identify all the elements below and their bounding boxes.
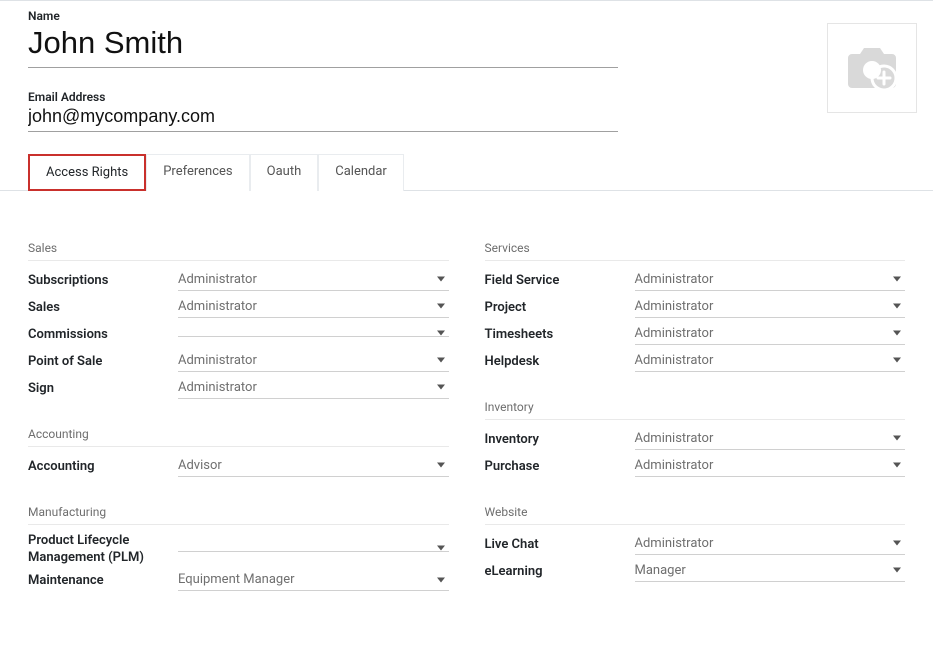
perm-label-sign: Sign [28, 378, 178, 398]
chevron-down-icon [437, 358, 445, 363]
perm-value-maintenance: Equipment Manager [178, 572, 295, 587]
perm-value-live-chat: Administrator [635, 536, 714, 551]
perm-value-accounting: Advisor [178, 458, 222, 473]
perm-select-project[interactable]: Administrator [635, 296, 906, 318]
section-title-accounting: Accounting [28, 427, 449, 447]
perm-value-sign: Administrator [178, 380, 257, 395]
perm-label-maintenance: Maintenance [28, 570, 178, 590]
perm-row-elearning: eLearningManager [485, 557, 906, 584]
section-title-services: Services [485, 241, 906, 261]
perm-label-purchase: Purchase [485, 456, 635, 476]
perm-value-project: Administrator [635, 299, 714, 314]
perm-select-helpdesk[interactable]: Administrator [635, 350, 906, 372]
perm-select-elearning[interactable]: Manager [635, 560, 906, 582]
perm-row-subscriptions: SubscriptionsAdministrator [28, 266, 449, 293]
perm-row-project: ProjectAdministrator [485, 293, 906, 320]
perm-row-helpdesk: HelpdeskAdministrator [485, 347, 906, 374]
perm-row-maintenance: MaintenanceEquipment Manager [28, 567, 449, 594]
perm-row-inventory: InventoryAdministrator [485, 425, 906, 452]
perm-select-subscriptions[interactable]: Administrator [178, 269, 449, 291]
chevron-down-icon [437, 577, 445, 582]
perm-value-timesheets: Administrator [635, 326, 714, 341]
name-label: Name [28, 9, 618, 23]
camera-plus-icon [844, 42, 900, 94]
perm-value-subscriptions: Administrator [178, 272, 257, 287]
perm-value-elearning: Manager [635, 563, 686, 578]
perm-label-timesheets: Timesheets [485, 324, 635, 344]
section-title-website: Website [485, 505, 906, 525]
perm-label-elearning: eLearning [485, 561, 635, 581]
tabs: Access Rights Preferences Oauth Calendar [0, 154, 933, 191]
perm-value-point-of-sale: Administrator [178, 353, 257, 368]
chevron-down-icon [437, 331, 445, 336]
tab-calendar[interactable]: Calendar [318, 154, 404, 191]
chevron-down-icon [437, 277, 445, 282]
perm-select-live-chat[interactable]: Administrator [635, 533, 906, 555]
tab-preferences[interactable]: Preferences [146, 154, 249, 191]
chevron-down-icon [893, 541, 901, 546]
perm-value-helpdesk: Administrator [635, 353, 714, 368]
email-input[interactable] [28, 104, 618, 132]
perm-select-product-lifecycle-management-plm[interactable] [178, 545, 449, 552]
perm-select-timesheets[interactable]: Administrator [635, 323, 906, 345]
email-label: Email Address [28, 90, 618, 104]
perm-row-timesheets: TimesheetsAdministrator [485, 320, 906, 347]
perm-label-point-of-sale: Point of Sale [28, 351, 178, 371]
perm-row-sign: SignAdministrator [28, 374, 449, 401]
perm-label-helpdesk: Helpdesk [485, 351, 635, 371]
perm-select-sales[interactable]: Administrator [178, 296, 449, 318]
perm-select-accounting[interactable]: Advisor [178, 455, 449, 477]
perm-label-accounting: Accounting [28, 456, 178, 476]
chevron-down-icon [893, 358, 901, 363]
perm-select-inventory[interactable]: Administrator [635, 428, 906, 450]
chevron-down-icon [893, 331, 901, 336]
perm-select-maintenance[interactable]: Equipment Manager [178, 569, 449, 591]
perm-select-field-service[interactable]: Administrator [635, 269, 906, 291]
chevron-down-icon [893, 463, 901, 468]
chevron-down-icon [893, 277, 901, 282]
tab-access-rights[interactable]: Access Rights [28, 154, 146, 191]
section-title-sales: Sales [28, 241, 449, 261]
perm-label-inventory: Inventory [485, 429, 635, 449]
chevron-down-icon [437, 385, 445, 390]
perm-row-point-of-sale: Point of SaleAdministrator [28, 347, 449, 374]
chevron-down-icon [437, 545, 445, 550]
chevron-down-icon [437, 463, 445, 468]
perm-label-field-service: Field Service [485, 270, 635, 290]
avatar-upload[interactable] [827, 23, 917, 113]
tab-oauth[interactable]: Oauth [250, 154, 319, 191]
perm-label-sales: Sales [28, 297, 178, 317]
perm-label-live-chat: Live Chat [485, 534, 635, 554]
perm-label-commissions: Commissions [28, 324, 178, 344]
chevron-down-icon [893, 568, 901, 573]
perm-select-commissions[interactable] [178, 330, 449, 337]
chevron-down-icon [893, 304, 901, 309]
perm-label-product-lifecycle-management-plm: Product Lifecycle Management (PLM) [28, 530, 178, 567]
perm-value-sales: Administrator [178, 299, 257, 314]
perm-row-live-chat: Live ChatAdministrator [485, 530, 906, 557]
perm-row-accounting: AccountingAdvisor [28, 452, 449, 479]
perm-value-field-service: Administrator [635, 272, 714, 287]
perm-value-inventory: Administrator [635, 431, 714, 446]
perm-label-subscriptions: Subscriptions [28, 270, 178, 290]
perm-row-commissions: Commissions [28, 320, 449, 347]
section-title-inventory: Inventory [485, 400, 906, 420]
perm-row-purchase: PurchaseAdministrator [485, 452, 906, 479]
perm-row-product-lifecycle-management-plm: Product Lifecycle Management (PLM) [28, 530, 449, 567]
perm-select-point-of-sale[interactable]: Administrator [178, 350, 449, 372]
perm-row-sales: SalesAdministrator [28, 293, 449, 320]
perm-select-purchase[interactable]: Administrator [635, 455, 906, 477]
name-input[interactable] [28, 23, 618, 68]
section-title-manufacturing: Manufacturing [28, 505, 449, 525]
chevron-down-icon [893, 436, 901, 441]
perm-label-project: Project [485, 297, 635, 317]
chevron-down-icon [437, 304, 445, 309]
perm-value-purchase: Administrator [635, 458, 714, 473]
perm-row-field-service: Field ServiceAdministrator [485, 266, 906, 293]
perm-select-sign[interactable]: Administrator [178, 377, 449, 399]
